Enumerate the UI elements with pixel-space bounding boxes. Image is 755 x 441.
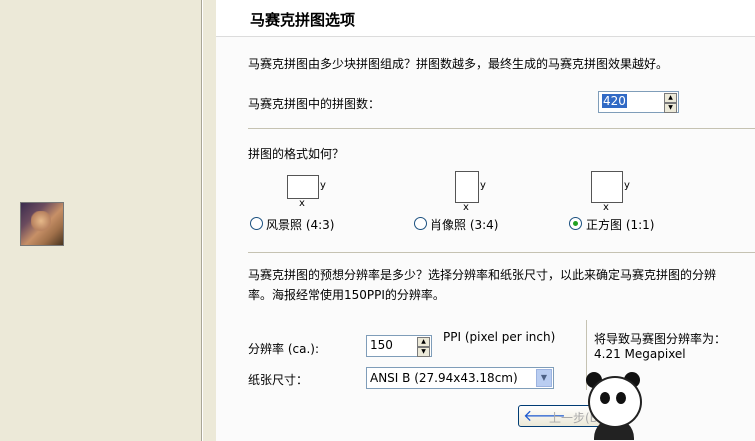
- preview-thumbnail: [20, 202, 64, 246]
- panel-divider-highlight: [202, 0, 203, 441]
- stepper-buttons[interactable]: ▲ ▼: [417, 337, 430, 357]
- arrow-left-icon: 🡐: [523, 406, 566, 425]
- landscape-shape-icon: [287, 175, 319, 199]
- resolution-desc-line1: 马赛克拼图的预想分辨率是多少？选择分辨率和纸张尺寸，以此来确定马赛克拼图的分辨: [248, 268, 717, 282]
- chevron-down-icon[interactable]: ▼: [536, 369, 552, 387]
- chevron-up-icon[interactable]: ▲: [664, 93, 677, 103]
- stepper-buttons[interactable]: ▲ ▼: [664, 93, 677, 113]
- axis-x-label: x: [603, 202, 609, 213]
- portrait-shape-icon: [455, 171, 479, 203]
- axis-x-label: x: [463, 202, 469, 213]
- intro-text: 马赛克拼图由多少块拼图组成？拼图数越多，最终生成的马赛克拼图效果越好。: [248, 57, 669, 71]
- axis-y-label: y: [624, 180, 630, 191]
- axis-y-label: y: [320, 180, 326, 191]
- tile-count-stepper[interactable]: 420 ▲ ▼: [598, 91, 679, 113]
- square-shape-icon: [591, 171, 623, 203]
- page-title: 马赛克拼图选项: [250, 11, 356, 29]
- ppi-value: 150: [370, 338, 393, 352]
- axis-y-label: y: [480, 180, 486, 191]
- format-question: 拼图的格式如何？: [248, 147, 345, 161]
- chevron-up-icon[interactable]: ▲: [417, 337, 430, 347]
- radio-square-label[interactable]: 正方图 (1:1): [586, 216, 655, 233]
- radio-landscape[interactable]: [250, 217, 263, 230]
- result-value: 4.21 Megapixel: [594, 347, 686, 361]
- resolution-desc-line2: 率。海报经常使用150PPI的分辨率。: [248, 288, 445, 302]
- radio-portrait[interactable]: [414, 217, 427, 230]
- ppi-unit: PPI (pixel per inch): [443, 330, 556, 344]
- left-panel: [0, 0, 201, 441]
- radio-portrait-label[interactable]: 肖像照 (3:4): [430, 216, 499, 233]
- paper-size-select[interactable]: ANSI B (27.94x43.18cm) ▼: [366, 367, 554, 389]
- tile-count-label: 马赛克拼图中的拼图数：: [248, 97, 381, 111]
- paper-size-value: ANSI B (27.94x43.18cm): [370, 371, 518, 385]
- panda-eye-icon: [600, 392, 610, 404]
- chevron-down-icon[interactable]: ▼: [664, 103, 677, 113]
- watermark-logo: [580, 368, 755, 441]
- result-label: 将导致马赛图分辨率为：: [594, 332, 727, 346]
- axis-x-label: x: [299, 198, 305, 209]
- panda-head-icon: [588, 376, 642, 428]
- chevron-down-icon[interactable]: ▼: [417, 347, 430, 357]
- ppi-label: 分辨率 (ca.):: [248, 342, 319, 356]
- separator: [248, 128, 755, 129]
- panda-eye-icon: [616, 392, 626, 404]
- header: 马赛克拼图选项: [216, 0, 755, 37]
- radio-square[interactable]: [569, 217, 582, 230]
- radio-landscape-label[interactable]: 风景照 (4:3): [266, 216, 335, 233]
- paper-size-label: 纸张尺寸：: [248, 373, 309, 387]
- ppi-stepper[interactable]: 150 ▲ ▼: [366, 335, 432, 357]
- tile-count-value: 420: [602, 94, 627, 108]
- separator: [248, 252, 755, 253]
